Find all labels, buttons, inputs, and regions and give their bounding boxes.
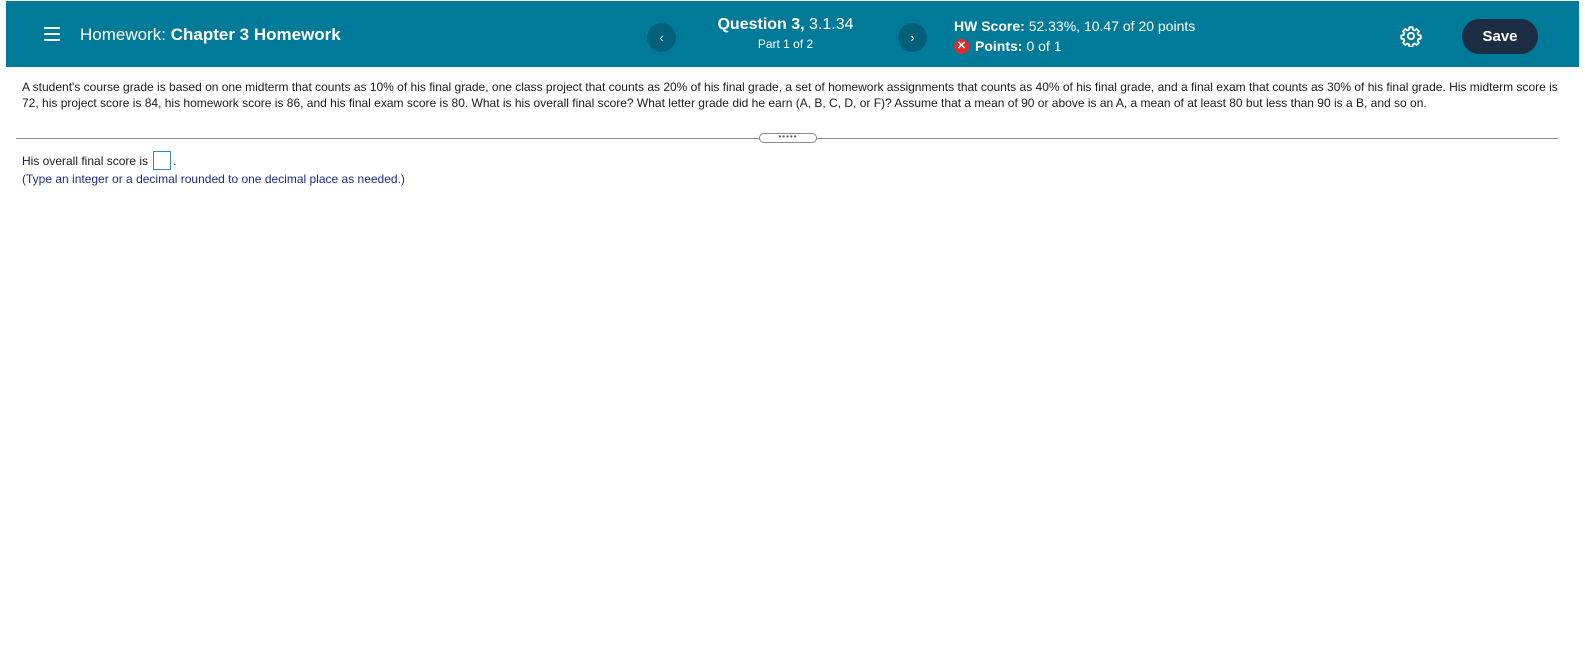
question-label: Question 3,	[717, 16, 805, 33]
save-button[interactable]: Save	[1462, 19, 1538, 54]
points-label: Points:	[975, 38, 1023, 54]
hw-score-label: HW Score:	[954, 18, 1025, 34]
chevron-right-icon: ›	[910, 30, 915, 45]
answer-suffix: .	[173, 153, 177, 168]
question-id: 3.1.34	[809, 16, 854, 33]
divider-handle[interactable]: •••••	[759, 133, 817, 143]
next-question-button[interactable]: ›	[898, 23, 927, 52]
question-number: Question 3, 3.1.34	[698, 16, 873, 34]
final-score-input[interactable]	[153, 151, 172, 170]
previous-question-button[interactable]: ‹	[647, 23, 676, 52]
hw-score-value: 52.33%, 10.47 of 20 points	[1028, 18, 1196, 34]
points: ✕ Points: 0 of 1	[954, 38, 1195, 54]
header-bar: Homework: Chapter 3 Homework ‹ Question …	[6, 1, 1579, 67]
chevron-left-icon: ‹	[659, 30, 664, 45]
homework-title: Homework: Chapter 3 Homework	[80, 25, 341, 45]
score-info: HW Score: 52.33%, 10.47 of 20 points ✕ P…	[954, 18, 1195, 54]
homework-title-name: Chapter 3 Homework	[170, 25, 341, 44]
homework-title-prefix: Homework:	[80, 25, 166, 44]
answer-hint: (Type an integer or a decimal rounded to…	[22, 172, 405, 186]
answer-line: His overall final score is .	[22, 151, 176, 170]
question-part: Part 1 of 2	[757, 37, 814, 51]
x-circle-icon: ✕	[954, 38, 969, 54]
menu-icon[interactable]	[44, 27, 60, 41]
answer-prompt: His overall final score is	[22, 153, 149, 168]
points-value: 0 of 1	[1026, 38, 1062, 54]
question-text: A student's course grade is based on one…	[22, 80, 1558, 110]
question-info: Question 3, 3.1.34 Part 1 of 2	[698, 16, 873, 51]
gear-icon[interactable]	[1400, 25, 1422, 48]
hw-score: HW Score: 52.33%, 10.47 of 20 points	[954, 18, 1195, 34]
